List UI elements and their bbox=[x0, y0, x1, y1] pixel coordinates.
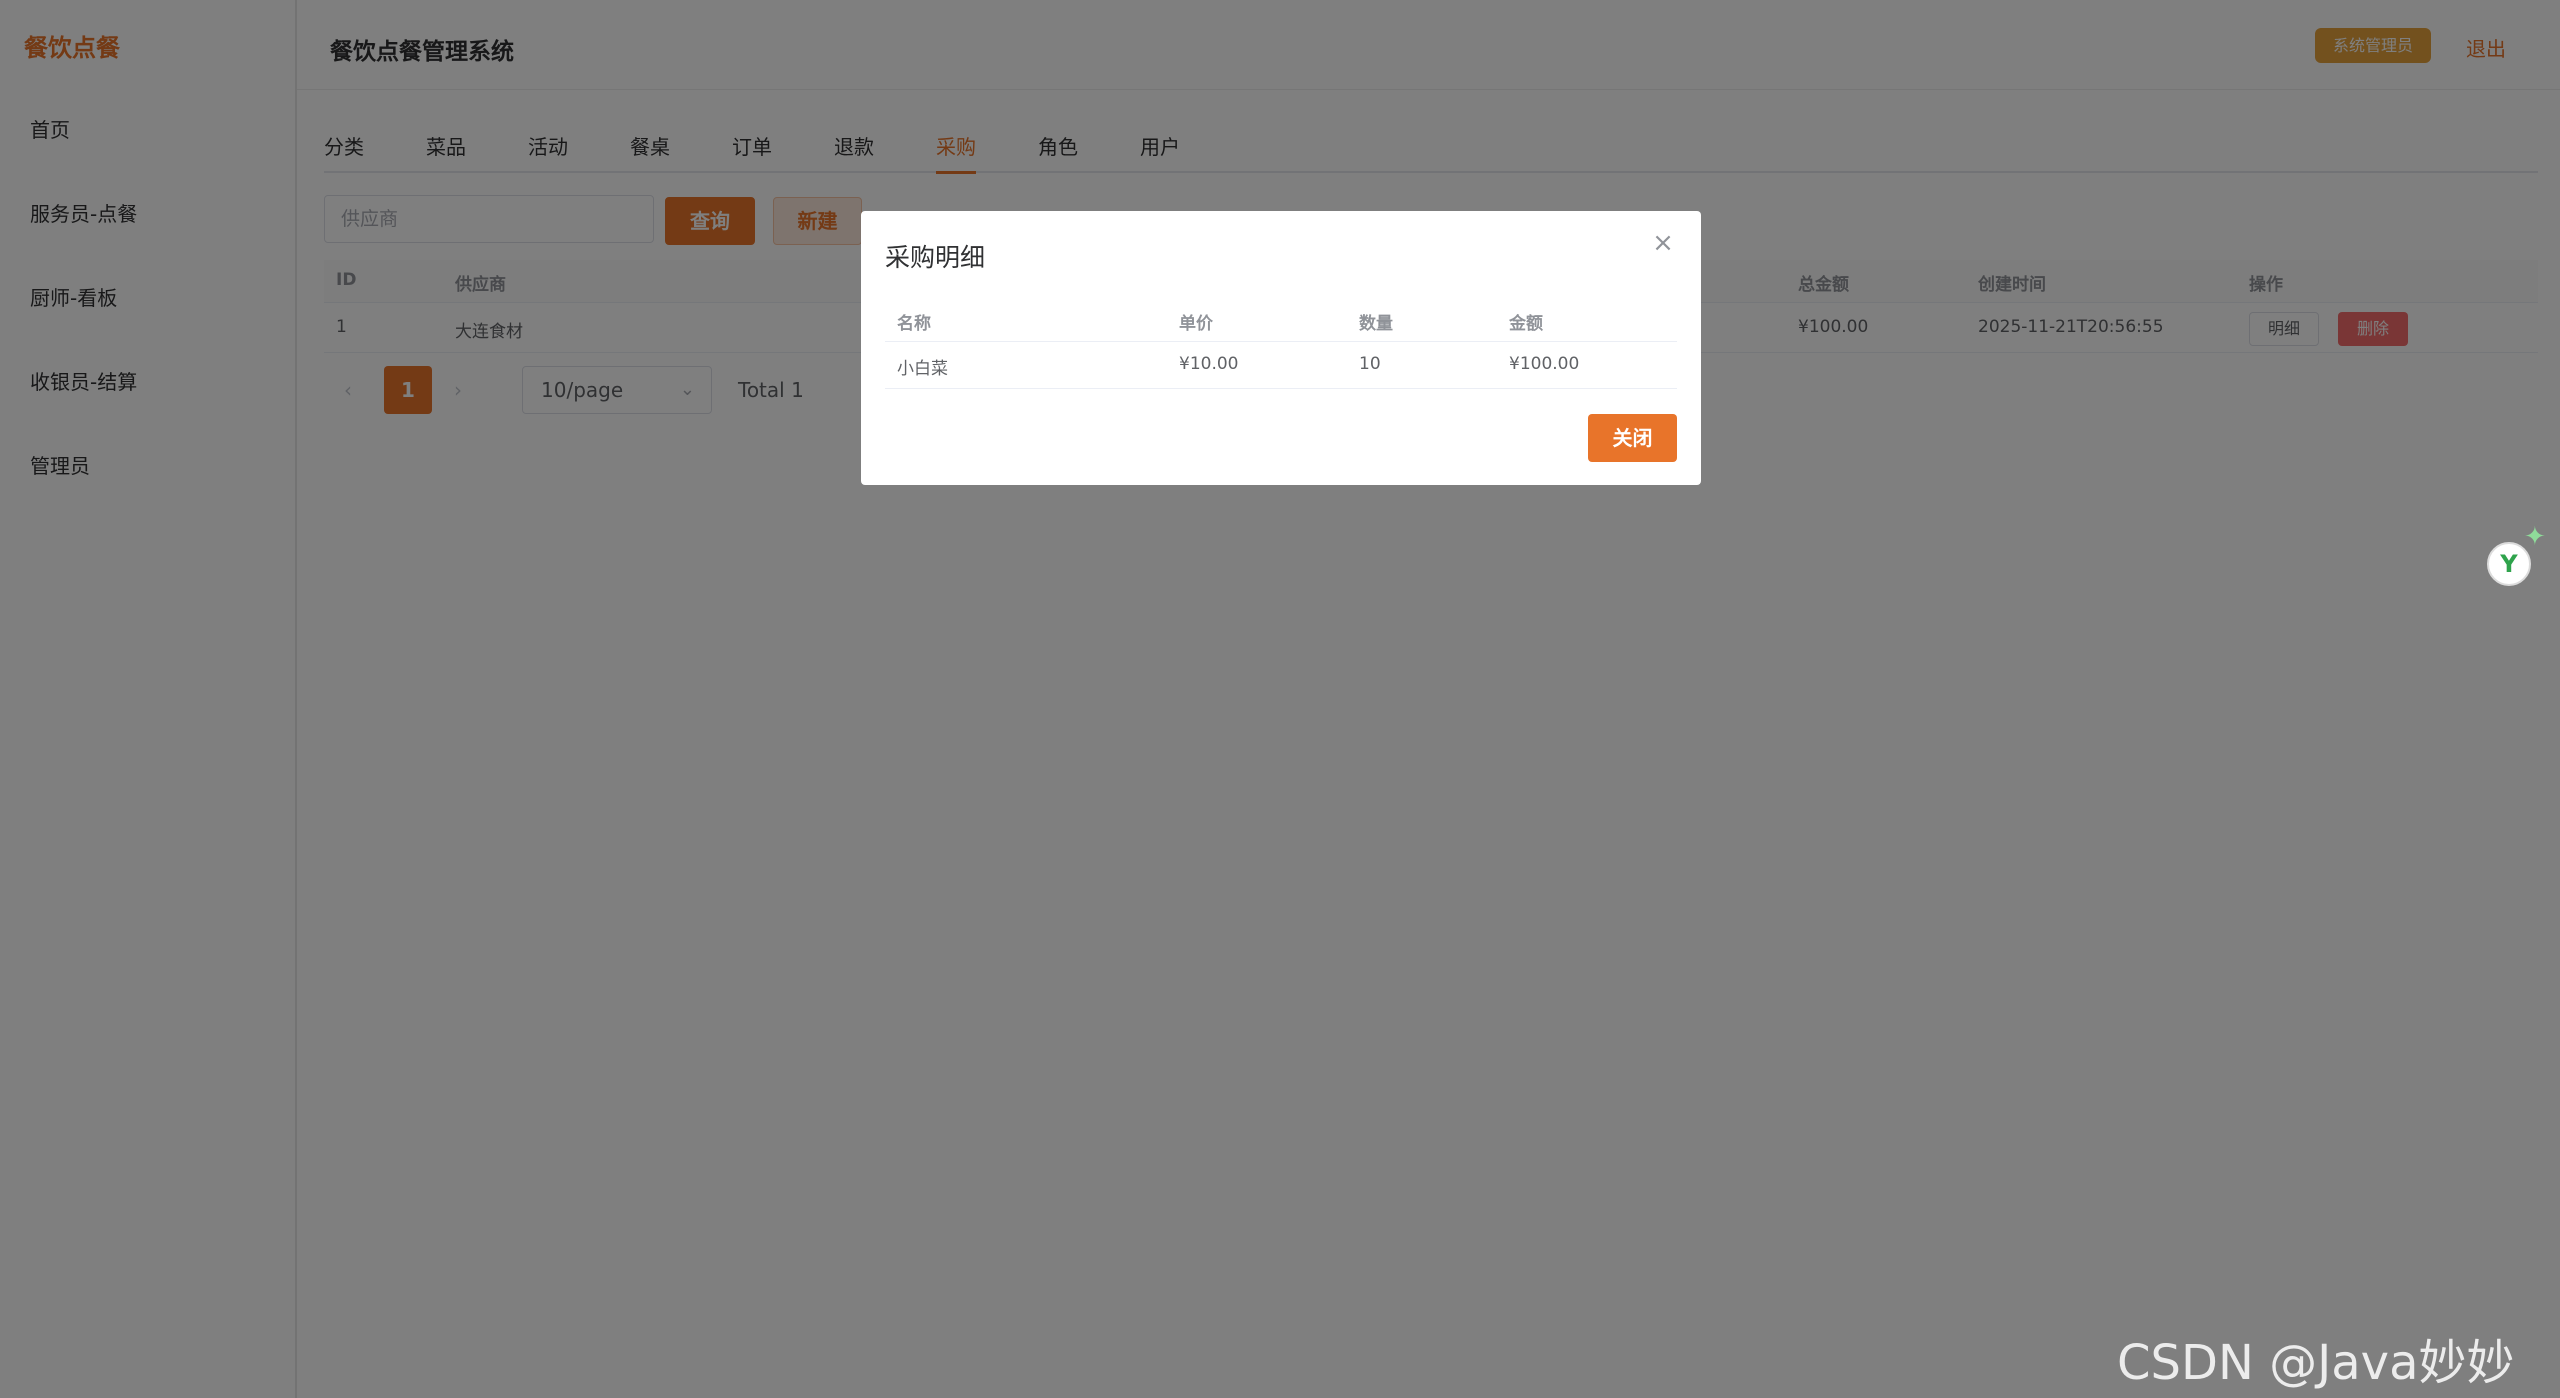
cell-unit-price: ¥10.00 bbox=[1179, 354, 1239, 374]
cell-quantity: 10 bbox=[1359, 354, 1381, 374]
close-icon[interactable]: × bbox=[1649, 229, 1677, 257]
dialog-title: 采购明细 bbox=[885, 243, 986, 272]
watermark: CSDN @Java妙妙屋 bbox=[2117, 1335, 2515, 1391]
cell-name: 小白菜 bbox=[897, 359, 948, 379]
detail-table-header: 名称 单价 数量 金额 bbox=[885, 299, 1677, 342]
cell-amount: ¥100.00 bbox=[1509, 354, 1580, 374]
column-header-quantity: 数量 bbox=[1359, 314, 1393, 334]
column-header-name: 名称 bbox=[897, 314, 931, 334]
close-button[interactable]: 关闭 bbox=[1588, 414, 1677, 462]
table-row: 小白菜 ¥10.00 10 ¥100.00 bbox=[885, 341, 1677, 389]
app-root: 餐饮点餐 首页 服务员-点餐 厨师-看板 收银员-结算 管理员 餐饮点餐管理系统… bbox=[0, 0, 2560, 1398]
modal-overlay[interactable] bbox=[0, 0, 2560, 1398]
purchase-detail-dialog: 采购明细 × 名称 单价 数量 金额 小白菜 ¥10.00 10 ¥100.00… bbox=[861, 211, 1701, 485]
column-header-unit-price: 单价 bbox=[1179, 314, 1213, 334]
column-header-amount: 金额 bbox=[1509, 314, 1543, 334]
sparkle-icon: ✦ bbox=[2524, 522, 2546, 552]
